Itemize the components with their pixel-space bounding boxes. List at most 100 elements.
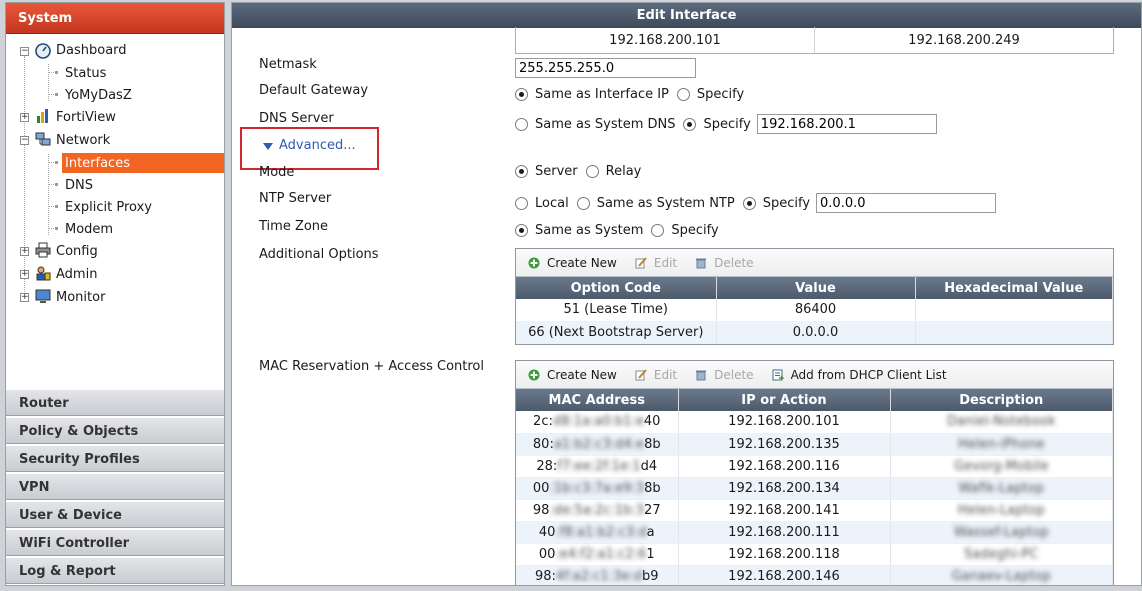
mac-address-cell: 98:de:5a:2c:1b:327 xyxy=(516,499,679,522)
monitor-expand-toggle[interactable]: + xyxy=(20,293,29,302)
dashboard-collapse-toggle[interactable]: − xyxy=(20,47,29,56)
ntp-server-label: NTP Server xyxy=(259,191,332,206)
range-start-ip: 192.168.200.101 xyxy=(609,33,721,48)
section-security-profiles[interactable]: Security Profiles xyxy=(6,445,224,472)
mac-address-cell: 98:4f:a2:c1:3e:db9 xyxy=(516,565,679,585)
mac-visible-prefix: 00 xyxy=(532,480,550,496)
plus-circle-icon xyxy=(528,369,540,380)
section-user-device[interactable]: User & Device xyxy=(6,501,224,528)
table-row[interactable]: 80:a1:b2:c3:d4:e8b 192.168.200.135 Helen-i… xyxy=(516,433,1113,456)
network-collapse-toggle[interactable]: − xyxy=(20,136,29,145)
sidebar-item-monitor[interactable]: Monitor xyxy=(56,288,105,308)
options-create-new-button[interactable]: Create New xyxy=(528,256,617,270)
options-edit-button[interactable]: Edit xyxy=(635,256,677,270)
mode-relay-label: Relay xyxy=(605,164,642,179)
default-gateway-label: Default Gateway xyxy=(259,83,369,98)
monitor-screen-icon xyxy=(35,289,51,303)
system-section-header[interactable]: System xyxy=(6,3,224,34)
mode-relay-radio[interactable] xyxy=(585,165,599,178)
sidebar-item-status[interactable]: Status xyxy=(65,64,106,84)
tz-specify-radio[interactable] xyxy=(651,224,665,237)
ntp-local-radio[interactable] xyxy=(515,196,528,210)
col-ip-or-action[interactable]: IP or Action xyxy=(678,389,891,411)
mac-edit-button[interactable]: Edit xyxy=(635,368,677,382)
table-row[interactable]: 00:1b:c3:7a:e9:38b 192.168.200.134 Wafik-L… xyxy=(516,477,1113,500)
mac-reservation-table: MAC Address IP or Action Description 2c:… xyxy=(516,389,1113,585)
tz-same-as-system-radio[interactable] xyxy=(515,224,528,237)
sidebar-item-interfaces[interactable]: Interfaces xyxy=(65,154,130,174)
mac-address-cell: 80:a1:b2:c3:d4:e8b xyxy=(516,433,679,456)
admin-expand-toggle[interactable]: + xyxy=(20,270,29,279)
ntp-same-as-system-radio[interactable] xyxy=(576,196,590,210)
mac-redacted-part: :1b:c3:7a:e9:3 xyxy=(549,480,645,496)
options-delete-button[interactable]: Delete xyxy=(695,255,754,270)
sidebar-item-yomydasz[interactable]: YoMyDasZ xyxy=(65,86,132,106)
table-row[interactable]: 00:e4:f2:a1:c2:61 192.168.200.118 Sadeghi-… xyxy=(516,543,1113,566)
section-vpn[interactable]: VPN xyxy=(6,473,224,500)
mac-visible-prefix: 28: xyxy=(536,458,558,474)
advanced-toggle-link[interactable]: Advanced... xyxy=(279,138,356,153)
mac-redacted-part: :f8:a1:b2:c3:d xyxy=(555,524,647,540)
navigation-tree: − Dashboard Status YoMyDasZ + FortiView … xyxy=(6,34,224,384)
mac-visible-suffix: 27 xyxy=(644,502,661,518)
mac-create-new-button[interactable]: Create New xyxy=(528,368,617,382)
mode-server-radio[interactable] xyxy=(515,165,528,178)
description-cell: Helen-Laptop xyxy=(890,499,1113,522)
table-row[interactable]: 40:f8:a1:b2:c3:da 192.168.200.111 Wassef-L… xyxy=(516,521,1113,544)
sidebar-item-explicit-proxy[interactable]: Explicit Proxy xyxy=(65,198,152,218)
mac-delete-button[interactable]: Delete xyxy=(695,368,754,382)
sidebar-item-dashboard[interactable]: Dashboard xyxy=(56,41,127,61)
netmask-label: Netmask xyxy=(259,57,317,72)
table-row[interactable]: 2c:d8:1a:a0:b1:e40 192.168.200.101 Daniel-… xyxy=(516,411,1113,434)
add-from-dhcp-client-list-button[interactable]: Add from DHCP Client List xyxy=(772,368,947,382)
config-expand-toggle[interactable]: + xyxy=(20,247,29,256)
table-row[interactable]: 66 (Next Bootstrap Server) 0.0.0.0 xyxy=(516,321,1113,344)
mac-address-cell: 00:1b:c3:7a:e9:38b xyxy=(516,477,679,500)
time-zone-label: Time Zone xyxy=(259,219,329,234)
option-code-cell: 51 (Lease Time) xyxy=(516,299,717,322)
description-cell: Wafik-Laptop xyxy=(890,477,1113,500)
dns-specify-label: Specify xyxy=(703,116,751,132)
mac-redacted-part: f7:ee:2f:1e:1 xyxy=(557,458,641,474)
mac-redacted-part: a1:b2:c3:d4:e xyxy=(553,436,645,452)
col-value[interactable]: Value xyxy=(716,277,916,299)
table-row[interactable]: 28:f7:ee:2f:1e:1d4 192.168.200.116 Gevorg-… xyxy=(516,455,1113,478)
ip-cell: 192.168.200.134 xyxy=(678,477,891,500)
fortiview-expand-toggle[interactable]: + xyxy=(20,113,29,122)
option-hex-cell xyxy=(915,321,1113,344)
col-description[interactable]: Description xyxy=(890,389,1113,411)
section-policy-objects[interactable]: Policy & Objects xyxy=(6,417,224,444)
config-printer-icon xyxy=(35,242,51,258)
dns-same-as-system-radio[interactable] xyxy=(515,117,528,131)
options-delete-label: Delete xyxy=(714,255,754,270)
mac-edit-label: Edit xyxy=(653,367,678,382)
col-option-code[interactable]: Option Code xyxy=(516,277,717,299)
gateway-same-as-interface-radio[interactable] xyxy=(515,88,528,101)
table-row[interactable]: 51 (Lease Time) 86400 xyxy=(516,299,1113,322)
netmask-field[interactable] xyxy=(515,58,696,78)
dns-server-label: DNS Server xyxy=(259,111,334,126)
table-row[interactable]: 98:4f:a2:c1:3e:db9 192.168.200.146 Ganaev-… xyxy=(516,565,1113,585)
section-wifi-controller[interactable]: WiFi Controller xyxy=(6,529,224,556)
additional-options-label: Additional Options xyxy=(259,247,379,262)
sidebar-item-admin[interactable]: Admin xyxy=(56,265,97,285)
expand-triangle-icon[interactable] xyxy=(263,143,273,150)
col-hex-value[interactable]: Hexadecimal Value xyxy=(915,277,1113,299)
sidebar-item-network[interactable]: Network xyxy=(56,131,110,151)
ip-cell: 192.168.200.135 xyxy=(678,433,891,456)
ntp-server-field[interactable] xyxy=(816,193,997,213)
section-router[interactable]: Router xyxy=(6,389,224,416)
gateway-specify-radio[interactable] xyxy=(676,88,690,101)
dns-specify-radio[interactable] xyxy=(683,117,697,131)
col-mac-address[interactable]: MAC Address xyxy=(516,389,679,411)
sidebar-item-config[interactable]: Config xyxy=(56,242,98,262)
sidebar-item-dns[interactable]: DNS xyxy=(65,176,93,196)
gateway-specify-label: Specify xyxy=(696,87,745,102)
table-row[interactable]: 98:de:5a:2c:1b:327 192.168.200.141 Helen-L… xyxy=(516,499,1113,522)
sidebar-item-fortiview[interactable]: FortiView xyxy=(56,108,116,128)
ntp-specify-radio[interactable] xyxy=(742,196,756,210)
options-table: Option Code Value Hexadecimal Value 51 (… xyxy=(516,277,1113,344)
section-log-report[interactable]: Log & Report xyxy=(6,557,224,584)
dns-server-field[interactable] xyxy=(756,114,937,134)
sidebar-item-modem[interactable]: Modem xyxy=(65,220,113,240)
